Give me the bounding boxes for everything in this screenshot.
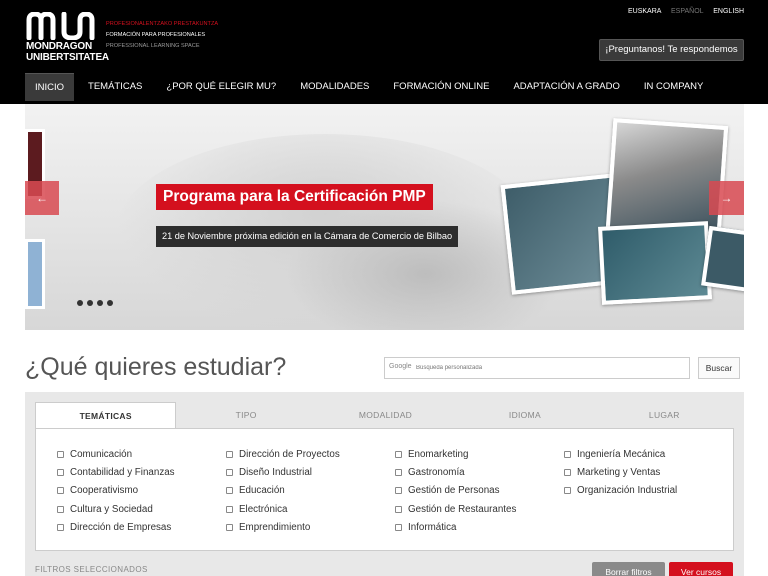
checkbox[interactable]: [395, 487, 402, 495]
topic-option[interactable]: Emprendimiento: [226, 519, 340, 537]
checkbox[interactable]: [226, 450, 233, 458]
nav-inicio[interactable]: INICIO: [25, 73, 75, 101]
slider-dot[interactable]: [77, 300, 83, 306]
main-nav: INICIO TEMÁTICAS ¿POR QUÉ ELEGIR MU? MOD…: [25, 73, 717, 101]
checkbox[interactable]: [395, 450, 402, 458]
ask-us-button[interactable]: ¡Preguntanos! Te respondemos: [599, 39, 744, 61]
slider-dot[interactable]: [97, 300, 103, 306]
search-button[interactable]: Buscar: [698, 357, 740, 379]
checkbox[interactable]: [57, 450, 64, 458]
tagline: PROFESIONALENTZAKO PRESTAKUNTZA FORMACIÓ…: [106, 19, 218, 52]
slide-thumbnail-left-2: [25, 239, 45, 309]
site-header: MONDRAGON UNIBERTSITATEA PROFESIONALENTZ…: [0, 0, 768, 104]
checkbox[interactable]: [57, 469, 64, 477]
topic-option[interactable]: Gestión de Personas: [395, 482, 516, 500]
topics-list: Comunicación Contabilidad y Finanzas Coo…: [35, 428, 734, 551]
nav-adaptacion-a-grado[interactable]: ADAPTACIÓN A GRADO: [503, 73, 629, 101]
hero-photo: [598, 221, 712, 305]
tagline-basque: PROFESIONALENTZAKO PRESTAKUNTZA: [106, 21, 219, 27]
checkbox[interactable]: [226, 469, 233, 477]
topic-option[interactable]: Cooperativismo: [57, 482, 175, 500]
nav-tematicas[interactable]: TEMÁTICAS: [78, 73, 152, 101]
study-title: ¿Qué quieres estudiar?: [25, 353, 287, 381]
slider-dot[interactable]: [87, 300, 93, 306]
topic-option[interactable]: Educación: [226, 482, 340, 500]
brand-name-line2: UNIBERTSITATEA: [26, 52, 109, 63]
tab-tematicas[interactable]: TEMÁTICAS: [35, 402, 177, 429]
language-switcher: EUSKARA ESPAÑOL ENGLISH: [620, 8, 744, 15]
topics-column: Ingeniería Mecánica Marketing y Ventas O…: [564, 445, 677, 500]
arrow-left-icon: ←: [36, 191, 48, 205]
filter-tabs: TEMÁTICAS TIPO MODALIDAD IDIOMA LUGAR: [35, 402, 734, 429]
checkbox[interactable]: [395, 524, 402, 532]
topic-option[interactable]: Gestión de Restaurantes: [395, 500, 516, 518]
topics-column: Enomarketing Gastronomía Gestión de Pers…: [395, 445, 516, 537]
mu-logo-icon: [26, 12, 95, 40]
topic-option[interactable]: Cultura y Sociedad: [57, 500, 175, 518]
slider-dot[interactable]: [107, 300, 113, 306]
checkbox[interactable]: [226, 487, 233, 495]
hero-subline: 21 de Noviembre próxima edición en la Cá…: [156, 226, 459, 247]
tab-idioma[interactable]: IDIOMA: [455, 402, 594, 429]
topic-option[interactable]: Organización Industrial: [564, 482, 677, 500]
brand-name: MONDRAGON UNIBERTSITATEA: [26, 41, 109, 63]
tagline-english: PROFESSIONAL LEARNING SPACE: [106, 43, 200, 49]
hero-slider: Programa para la Certificación PMP 21 de…: [25, 104, 744, 330]
nav-in-company[interactable]: IN COMPANY: [634, 73, 713, 101]
topic-option[interactable]: Dirección de Empresas: [57, 519, 175, 537]
checkbox[interactable]: [226, 505, 233, 513]
topic-option[interactable]: Ingeniería Mecánica: [564, 445, 677, 463]
filter-panel: TEMÁTICAS TIPO MODALIDAD IDIOMA LUGAR Co…: [25, 392, 744, 576]
checkbox[interactable]: [564, 469, 571, 477]
arrow-right-icon: →: [720, 191, 733, 205]
google-label: Google: [389, 363, 412, 370]
lang-english[interactable]: ENGLISH: [713, 8, 744, 15]
topic-option[interactable]: Electrónica: [226, 500, 340, 518]
tagline-spanish: FORMACIÓN PARA PROFESIONALES: [106, 32, 206, 38]
lang-espanol[interactable]: ESPAÑOL: [671, 8, 703, 15]
slider-prev-button[interactable]: ←: [25, 181, 59, 215]
tab-tipo[interactable]: TIPO: [176, 402, 315, 429]
checkbox[interactable]: [57, 487, 64, 495]
checkbox[interactable]: [57, 505, 64, 513]
topic-option[interactable]: Informática: [395, 519, 516, 537]
logo[interactable]: [26, 12, 96, 40]
nav-por-que-elegir-mu[interactable]: ¿POR QUÉ ELEGIR MU?: [156, 73, 286, 101]
checkbox[interactable]: [564, 450, 571, 458]
hero-photo: [701, 225, 744, 293]
topic-option[interactable]: Dirección de Proyectos: [226, 445, 340, 463]
view-courses-button[interactable]: Ver cursos: [669, 562, 733, 576]
slider-next-button[interactable]: →: [709, 181, 744, 215]
topic-option[interactable]: Diseño Industrial: [226, 463, 340, 481]
nav-modalidades[interactable]: MODALIDADES: [290, 73, 379, 101]
search-box[interactable]: Google: [384, 357, 690, 379]
checkbox[interactable]: [395, 505, 402, 513]
topic-option[interactable]: Contabilidad y Finanzas: [57, 463, 175, 481]
checkbox[interactable]: [564, 487, 571, 495]
checkbox[interactable]: [57, 524, 64, 532]
topics-column: Comunicación Contabilidad y Finanzas Coo…: [57, 445, 175, 537]
tab-modalidad[interactable]: MODALIDAD: [316, 402, 455, 429]
selected-filters-label: FILTROS SELECCIONADOS: [35, 565, 148, 574]
hero-headline[interactable]: Programa para la Certificación PMP: [156, 184, 433, 210]
checkbox[interactable]: [395, 469, 402, 477]
nav-formacion-online[interactable]: FORMACIÓN ONLINE: [383, 73, 499, 101]
topic-option[interactable]: Enomarketing: [395, 445, 516, 463]
topics-column: Dirección de Proyectos Diseño Industrial…: [226, 445, 340, 537]
tab-lugar[interactable]: LUGAR: [595, 402, 734, 429]
clear-filters-button[interactable]: Borrar filtros: [592, 562, 665, 576]
lang-euskara[interactable]: EUSKARA: [628, 8, 661, 15]
checkbox[interactable]: [226, 524, 233, 532]
slider-pagination: [77, 300, 113, 306]
topic-option[interactable]: Gastronomía: [395, 463, 516, 481]
search-input[interactable]: [416, 361, 676, 375]
topic-option[interactable]: Marketing y Ventas: [564, 463, 677, 481]
topic-option[interactable]: Comunicación: [57, 445, 175, 463]
brand-name-line1: MONDRAGON: [26, 41, 92, 52]
